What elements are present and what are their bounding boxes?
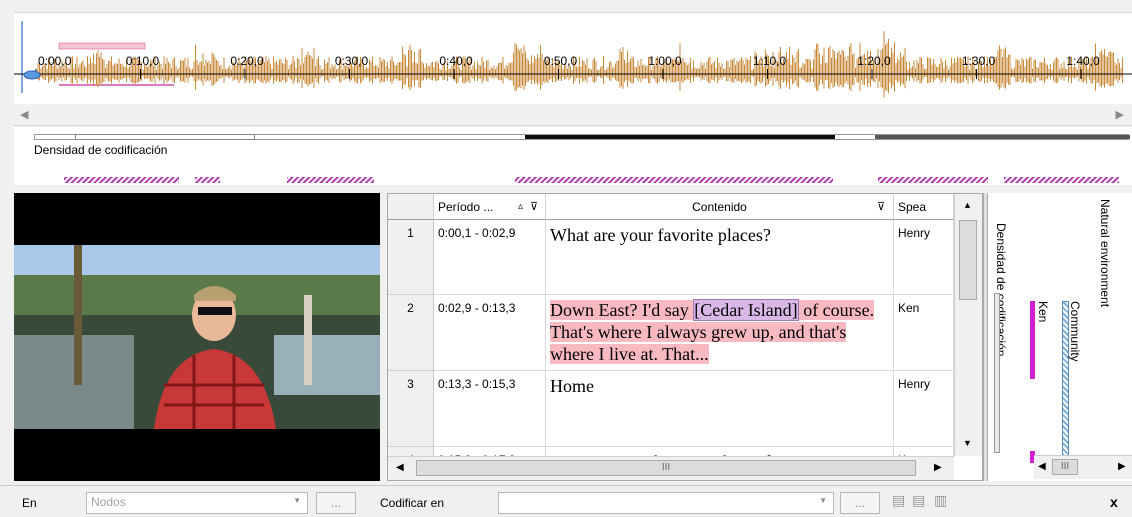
filter-icon[interactable]: ⊽ [877,194,885,220]
coding-density-panel: Densidad de codificación [14,127,1132,185]
speaker-cell[interactable]: Ken [894,295,954,371]
scroll-left-arrow-icon[interactable]: ◀ [1038,461,1046,472]
density-overview-bar [34,134,1130,140]
highlighted-term[interactable]: [Cedar Island] [693,299,799,321]
scroll-right-arrow-icon[interactable]: ▶ [1116,108,1124,121]
ken-coding-stripe[interactable] [1030,301,1035,379]
code-in-label: Codificar en [380,496,445,510]
scroll-left-arrow-icon[interactable]: ◀ [20,108,28,121]
time-tick-label: 0:20,0 [230,54,264,68]
period-cell[interactable]: 0:02,9 - 0:13,3 [434,295,546,371]
chevron-down-icon: ▼ [293,496,301,505]
scroll-right-arrow-icon[interactable]: ▶ [934,462,942,473]
content-cell[interactable]: Home [546,371,894,447]
community-node-label[interactable]: Community [1068,301,1082,362]
row-number[interactable]: 1 [388,220,434,295]
period-header-label: Período ... [438,200,494,214]
time-tick-label: 1:20,0 [857,54,891,68]
sort-ascending-icon[interactable]: ▵ [518,194,523,220]
waveform-graph[interactable]: 0:00,0 0:10,0 0:20,0 0:30,0 0:40,0 0:50,0 1:00… [14,13,1132,105]
density-label: Densidad de codificación [34,143,168,157]
nodes-placeholder: Nodos [91,495,126,509]
playhead-handle[interactable] [23,70,41,80]
speaker-cell[interactable]: Henry [894,371,954,447]
scroll-thumb[interactable] [959,220,977,300]
content-cell[interactable]: What are your favorite places? [546,220,894,295]
browse-code-button[interactable]: ... [840,492,880,514]
stripes-horizontal-scrollbar[interactable]: ◀ III ▶ [1034,455,1132,479]
content-cell[interactable]: Down East? I'd say [Cedar Island] of cou… [546,295,894,371]
timeline-scrollbar[interactable]: ◀ ▶ [14,104,1132,126]
time-tick-label: 0:40,0 [439,54,473,68]
coded-text: Down East? I'd say [550,300,694,320]
period-cell[interactable]: 0:13,3 - 0:15,3 [434,371,546,447]
time-tick-label: 1:00,0 [648,54,682,68]
code-icon[interactable]: ▤ [892,492,905,509]
time-tick-label: 1:10,0 [753,54,787,68]
video-frame-image [14,245,380,429]
scroll-right-arrow-icon[interactable]: ▶ [1118,461,1126,472]
time-tick-label: 1:30,0 [962,54,996,68]
period-column-header[interactable]: Período ... ▵ ⊽ [434,194,546,220]
scroll-thumb[interactable]: III [416,460,916,476]
time-tick-label: 0:10,0 [126,54,160,68]
video-player[interactable] [14,193,380,481]
coding-stripes-panel: Densidad de codificación Ken Community N… [988,193,1132,481]
content-header-label: Contenido [692,200,747,214]
coding-bar: En Nodos ▼ ... Codificar en ▼ ... ▤ ▤ ▥ … [0,485,1132,517]
chevron-down-icon: ▼ [819,496,827,505]
waveform-timeline[interactable]: 0:00,0 0:10,0 0:20,0 0:30,0 0:40,0 0:50,0 1:00… [14,12,1132,104]
speaker-column-header[interactable]: Spea [894,194,954,220]
speaker-cell[interactable]: Henry [894,220,954,295]
selection-marker-top [58,42,146,50]
density-stripes [64,177,1119,183]
density-vertical-bar [994,293,1000,453]
row-number[interactable]: 3 [388,371,434,447]
waveform-bars [37,31,1123,98]
content-column-header[interactable]: Contenido ⊽ [546,194,894,220]
uncode-icon[interactable]: ▤ [912,492,925,509]
natural-environment-node-label[interactable]: Natural environment [1098,199,1112,307]
close-icon[interactable]: x [1110,494,1118,510]
row-number[interactable]: 2 [388,295,434,371]
speaker-header-label: Spea [898,200,927,214]
scroll-down-arrow-icon[interactable]: ▼ [963,438,972,448]
scroll-up-arrow-icon[interactable]: ▲ [963,200,972,210]
code-in-vivo-icon[interactable]: ▥ [934,492,947,509]
table-vertical-scrollbar[interactable]: ▲ ▼ [954,194,982,456]
transcript-table[interactable]: Período ... ▵ ⊽ Contenido ⊽ Spea 1 0:00,… [387,193,983,481]
nodes-dropdown[interactable]: Nodos ▼ [86,492,308,514]
period-cell[interactable]: 0:00,1 - 0:02,9 [434,220,546,295]
ken-node-label[interactable]: Ken [1036,301,1050,322]
scroll-left-arrow-icon[interactable]: ◀ [396,462,404,473]
time-tick-label: 0:00,0 [38,54,72,68]
scroll-thumb[interactable]: III [1052,459,1078,475]
table-horizontal-scrollbar[interactable]: ◀ III ▶ [388,456,954,480]
en-label: En [22,496,37,510]
code-in-dropdown[interactable]: ▼ [498,492,834,514]
time-tick-label: 0:50,0 [544,54,578,68]
time-tick-label: 1:40,0 [1066,54,1100,68]
time-tick-label: 0:30,0 [335,54,369,68]
browse-nodes-button[interactable]: ... [316,492,356,514]
row-header-corner [388,194,434,220]
filter-icon[interactable]: ⊽ [530,194,538,220]
